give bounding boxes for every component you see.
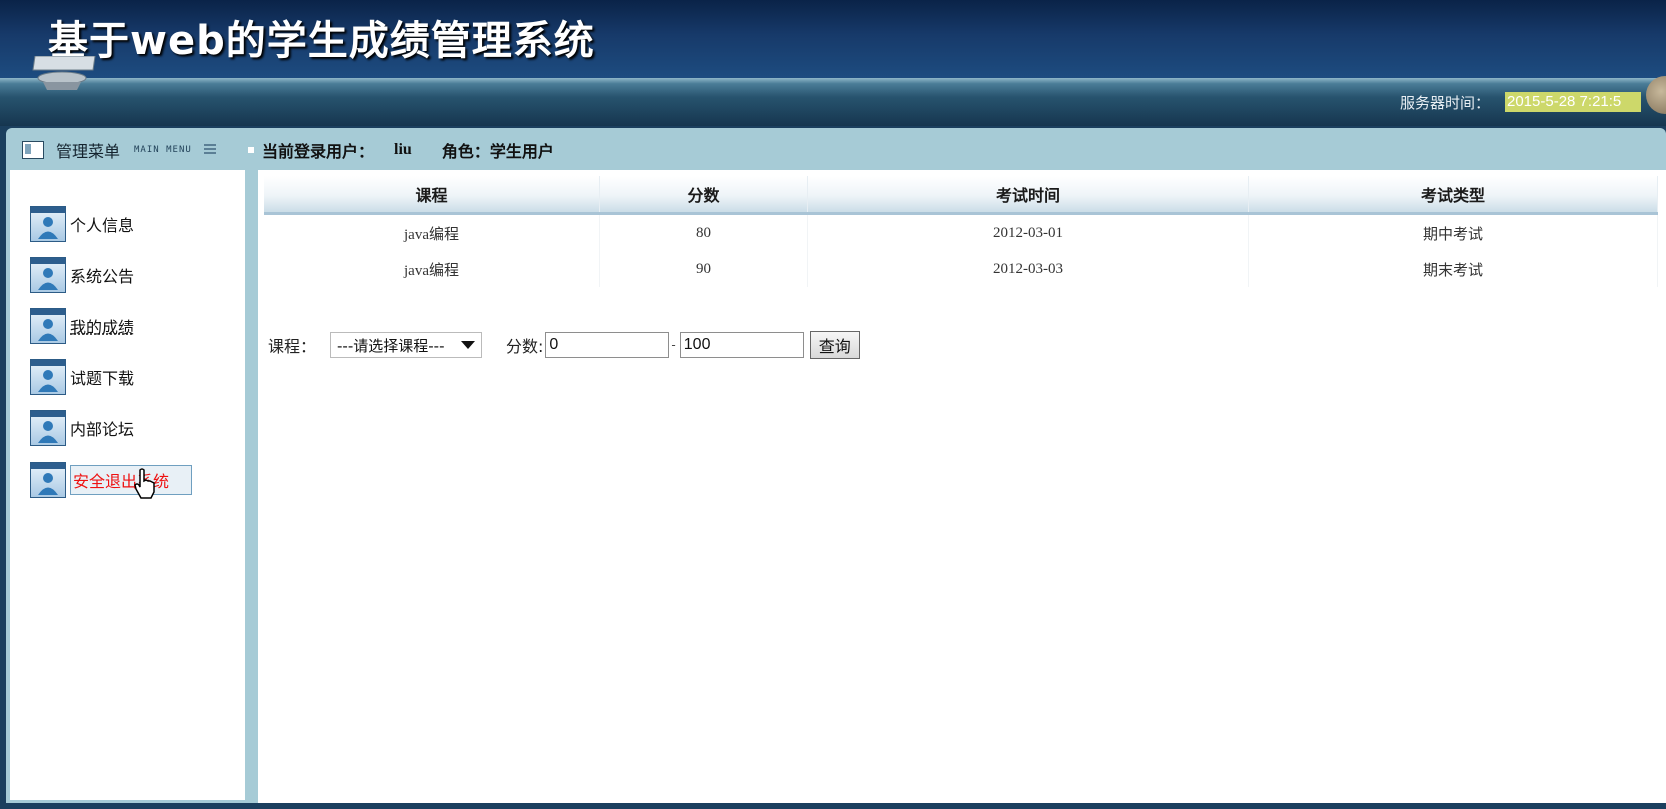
column-header: 考试类型	[1248, 176, 1658, 215]
course-label: 课程：	[268, 337, 317, 356]
sidebar-subtitle: MAIN MENU	[134, 145, 192, 155]
sidebar-item-exam-download[interactable]: 试题下载	[30, 357, 134, 397]
dropdown-arrow-icon	[461, 341, 476, 349]
query-button[interactable]: 查询	[809, 331, 860, 359]
user-icon	[30, 359, 66, 395]
table-cell: 2012-03-03	[807, 251, 1249, 287]
user-icon	[30, 308, 66, 344]
table-cell: java编程	[264, 213, 600, 251]
course-select-value: ---请选择课程---	[337, 336, 445, 355]
sidebar-item-profile[interactable]: 个人信息	[30, 204, 134, 244]
table-cell: 期中考试	[1248, 213, 1658, 251]
server-time-label: 服务器时间：	[1400, 95, 1491, 112]
bullet-icon	[248, 147, 254, 153]
column-header: 考试时间	[807, 176, 1249, 215]
sidebar-item-logout[interactable]: 安全退出系统	[30, 460, 192, 500]
table-cell: 期末考试	[1248, 251, 1658, 287]
table-header-row: 课程 分数 考试时间 考试类型	[264, 176, 1658, 215]
user-icon	[30, 462, 66, 498]
list-lines-icon	[203, 144, 216, 156]
app-header: 基于web的学生成绩管理系统	[0, 0, 1666, 78]
score-label: 分数:	[506, 337, 544, 356]
sidebar-item-my-scores[interactable]: 我的成绩	[30, 306, 134, 346]
course-select[interactable]: ---请选择课程---	[330, 332, 483, 358]
menu-panel-icon	[22, 141, 44, 159]
sidebar-header: 管理菜单 MAIN MENU	[10, 133, 240, 167]
user-icon	[30, 206, 66, 242]
table-cell: 80	[599, 213, 808, 251]
score-min-input[interactable]: 0	[545, 332, 670, 358]
search-form: 课程： ---请选择课程--- 分数: 0 - 100 查询	[268, 330, 860, 360]
user-icon	[30, 257, 66, 293]
sidebar-item-forum[interactable]: 内部论坛	[30, 408, 134, 448]
current-user-label: 当前登录用户：	[262, 142, 375, 161]
user-icon	[30, 410, 66, 446]
sidebar-item-label: 试题下载	[70, 369, 135, 388]
current-user-value: liu	[394, 141, 412, 158]
table-cell: 90	[599, 251, 808, 287]
session-bar: 当前登录用户： liu 角色：学生用户	[248, 133, 1658, 167]
hand-cursor-icon	[134, 468, 155, 499]
score-max-input[interactable]: 100	[679, 332, 804, 358]
table-cell: 2012-03-01	[807, 213, 1249, 251]
column-header: 分数	[599, 176, 808, 215]
table-row: java编程 80 2012-03-01 期中考试	[264, 213, 1658, 251]
sidebar-item-announcements[interactable]: 系统公告	[30, 255, 134, 295]
monitor-icon	[32, 56, 96, 90]
sidebar-item-label: 内部论坛	[70, 420, 135, 439]
table-row: java编程 90 2012-03-03 期末考试	[264, 251, 1658, 287]
scores-table: 课程 分数 考试时间 考试类型 java编程 80 2012-03-01 期中考…	[264, 176, 1658, 287]
sidebar-item-label: 系统公告	[70, 267, 135, 286]
server-time-value: 2015-5-28 7:21:5	[1505, 92, 1641, 112]
sidebar-item-label: 个人信息	[70, 216, 135, 235]
sidebar-item-label: 我的成绩	[70, 318, 135, 337]
sidebar-title: 管理菜单	[56, 142, 121, 161]
sidebar-item-label: 安全退出系统	[70, 465, 192, 495]
column-header: 课程	[264, 176, 600, 215]
range-dash: -	[671, 338, 676, 352]
table-cell: java编程	[264, 251, 600, 287]
role-label: 角色：学生用户	[441, 142, 554, 161]
app-title: 基于web的学生成绩管理系统	[48, 18, 595, 64]
